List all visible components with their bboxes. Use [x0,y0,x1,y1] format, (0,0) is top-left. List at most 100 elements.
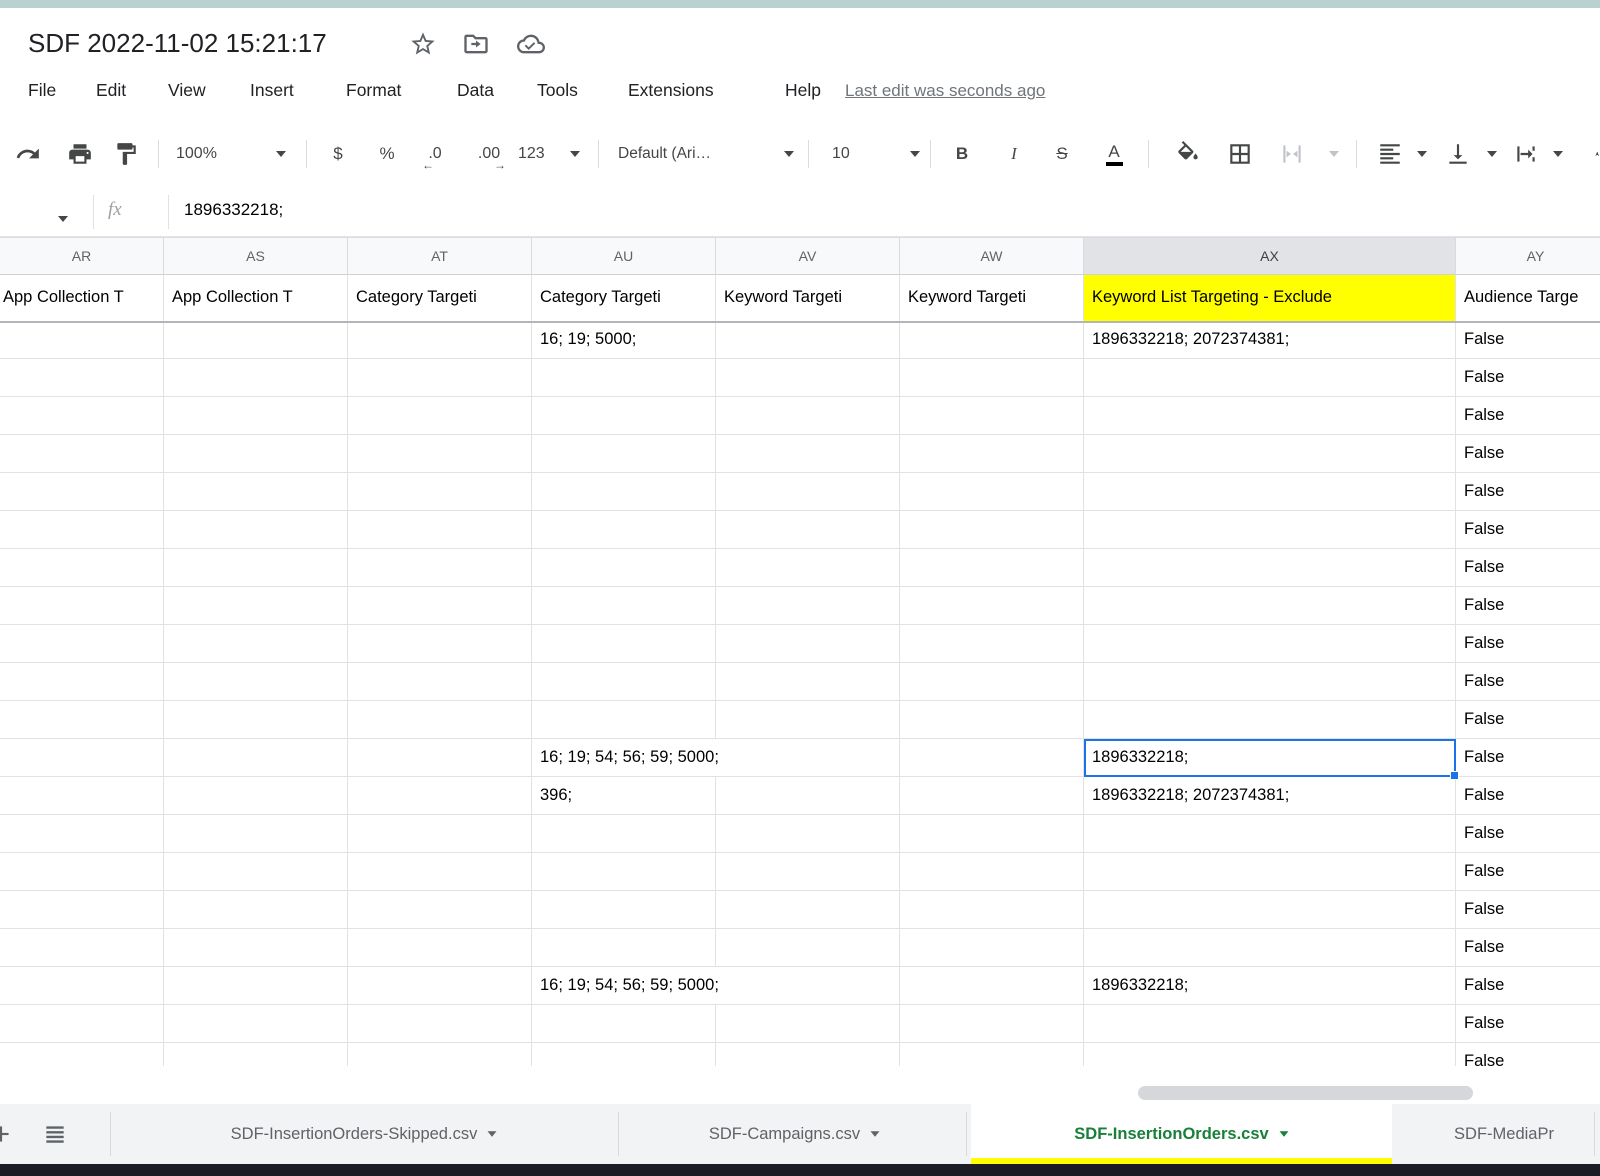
grid-cell-AU-row9[interactable] [532,587,716,625]
grid-cell-AV-row13[interactable] [716,739,900,777]
grid-cell-AY-row18[interactable]: False [1456,929,1600,967]
grid-cell-AV-row14[interactable] [716,777,900,815]
grid-cell-AT-row11[interactable] [348,663,532,701]
grid-cell-AV-row8[interactable] [716,549,900,587]
grid-cell-AV-row10[interactable] [716,625,900,663]
grid-cell-AV-row5[interactable] [716,435,900,473]
grid-cell-AS-row12[interactable] [164,701,348,739]
grid-cell-AW-row17[interactable] [900,891,1084,929]
grid-cell-AY-row3[interactable]: False [1456,359,1600,397]
column-header-AV[interactable]: AV [716,237,900,275]
grid-cell-AX-row12[interactable] [1084,701,1456,739]
grid-cell-AY-row21[interactable]: False [1456,1043,1600,1066]
grid-cell-AV-row17[interactable] [716,891,900,929]
grid-cell-AV-row12[interactable] [716,701,900,739]
doc-title[interactable]: SDF 2022-11-02 15:21:17 [28,28,327,59]
grid-cell-AT-row10[interactable] [348,625,532,663]
grid-cell-AT-row16[interactable] [348,853,532,891]
grid-cell-AT-row17[interactable] [348,891,532,929]
grid-cell-AS-row14[interactable] [164,777,348,815]
grid-cell-AW-row20[interactable] [900,1005,1084,1043]
grid-cell-AT-row8[interactable] [348,549,532,587]
grid-cell-AT-row18[interactable] [348,929,532,967]
grid-cell-AW-row7[interactable] [900,511,1084,549]
grid-cell-AW-row3[interactable] [900,359,1084,397]
grid-cell-AU-row16[interactable] [532,853,716,891]
grid-cell-AY-row7[interactable]: False [1456,511,1600,549]
grid-cell-AY-row15[interactable]: False [1456,815,1600,853]
grid-cell-AT-row14[interactable] [348,777,532,815]
vertical-align-menu[interactable] [1484,138,1500,170]
fill-color-button[interactable] [1174,138,1202,170]
grid-cell-AS-row13[interactable] [164,739,348,777]
grid-cell-AX-row5[interactable] [1084,435,1456,473]
grid-cell-AV-row6[interactable] [716,473,900,511]
grid-cell-AY-row12[interactable]: False [1456,701,1600,739]
font-size-select[interactable]: 10 [826,138,920,170]
grid-cell-AR-row4[interactable] [0,397,164,435]
grid-cell-AU-row4[interactable] [532,397,716,435]
grid-cell-AS-row7[interactable] [164,511,348,549]
grid-cell-AX-row4[interactable] [1084,397,1456,435]
grid-cell-AX-row14[interactable]: 1896332218; 2072374381; [1084,777,1456,815]
grid-cell-AV-row15[interactable] [716,815,900,853]
menu-view[interactable]: View [168,80,206,101]
star-icon[interactable] [409,30,437,58]
column-header-AY[interactable]: AY [1456,237,1600,275]
grid-cell-AY-row5[interactable]: False [1456,435,1600,473]
formula-input[interactable]: 1896332218; [184,200,283,220]
text-rotation-button[interactable] [1592,138,1600,170]
grid-cell-AU-row15[interactable] [532,815,716,853]
grid-cell-AY-row19[interactable]: False [1456,967,1600,1005]
grid-cell-AU-row21[interactable] [532,1043,716,1066]
grid-cell-AS-row19[interactable] [164,967,348,1005]
grid-cell-AX-row16[interactable] [1084,853,1456,891]
grid-cell-AR-row17[interactable] [0,891,164,929]
grid-cell-AS-row10[interactable] [164,625,348,663]
field-header-AS[interactable]: App Collection T [164,275,348,321]
grid-cell-AS-row4[interactable] [164,397,348,435]
horizontal-align-menu[interactable] [1414,138,1430,170]
text-wrap-menu[interactable] [1550,138,1566,170]
grid-cell-AW-row13[interactable] [900,739,1084,777]
grid-cell-AY-row17[interactable]: False [1456,891,1600,929]
grid-cell-AR-row5[interactable] [0,435,164,473]
grid-cell-AS-row16[interactable] [164,853,348,891]
grid-cell-AY-row13[interactable]: False [1456,739,1600,777]
grid-cell-AR-row18[interactable] [0,929,164,967]
grid-cell-AR-row19[interactable] [0,967,164,1005]
menu-data[interactable]: Data [457,80,494,101]
grid-cell-AU-row11[interactable] [532,663,716,701]
grid-cell-AX-row7[interactable] [1084,511,1456,549]
grid-cell-AU-row8[interactable] [532,549,716,587]
grid-cell-AU-row13[interactable]: 16; 19; 54; 56; 59; 5000; [532,739,716,777]
grid-cell-AU-row20[interactable] [532,1005,716,1043]
grid-cell-AY-row9[interactable]: False [1456,587,1600,625]
grid-cell-AR-row9[interactable] [0,587,164,625]
menu-tools[interactable]: Tools [537,80,578,101]
grid-cell-AT-row4[interactable] [348,397,532,435]
grid-cell-AU-row6[interactable] [532,473,716,511]
print-button[interactable] [66,138,94,170]
field-header-AV[interactable]: Keyword Targeti [716,275,900,321]
sheet-tab-menu-icon[interactable] [871,1131,880,1136]
field-header-AY[interactable]: Audience Targe [1456,275,1600,321]
grid-cell-AU-row2[interactable]: 16; 19; 5000; [532,321,716,359]
grid-cell-AW-row15[interactable] [900,815,1084,853]
column-header-AW[interactable]: AW [900,237,1084,275]
grid-cell-AT-row12[interactable] [348,701,532,739]
grid-cell-AV-row11[interactable] [716,663,900,701]
text-color-button[interactable]: A [1100,138,1128,170]
grid-cell-AR-row2[interactable] [0,321,164,359]
grid-cell-AW-row4[interactable] [900,397,1084,435]
format-currency-button[interactable]: $ [324,138,352,170]
cloud-saved-icon[interactable] [517,30,545,58]
grid-cell-AU-row7[interactable] [532,511,716,549]
column-header-AU[interactable]: AU [532,237,716,275]
grid-cell-AT-row9[interactable] [348,587,532,625]
grid-cell-AX-row21[interactable] [1084,1043,1456,1066]
grid-cell-AR-row21[interactable] [0,1043,164,1066]
merge-cells-menu[interactable] [1326,138,1342,170]
grid-cell-AW-row14[interactable] [900,777,1084,815]
grid-cell-AR-row10[interactable] [0,625,164,663]
